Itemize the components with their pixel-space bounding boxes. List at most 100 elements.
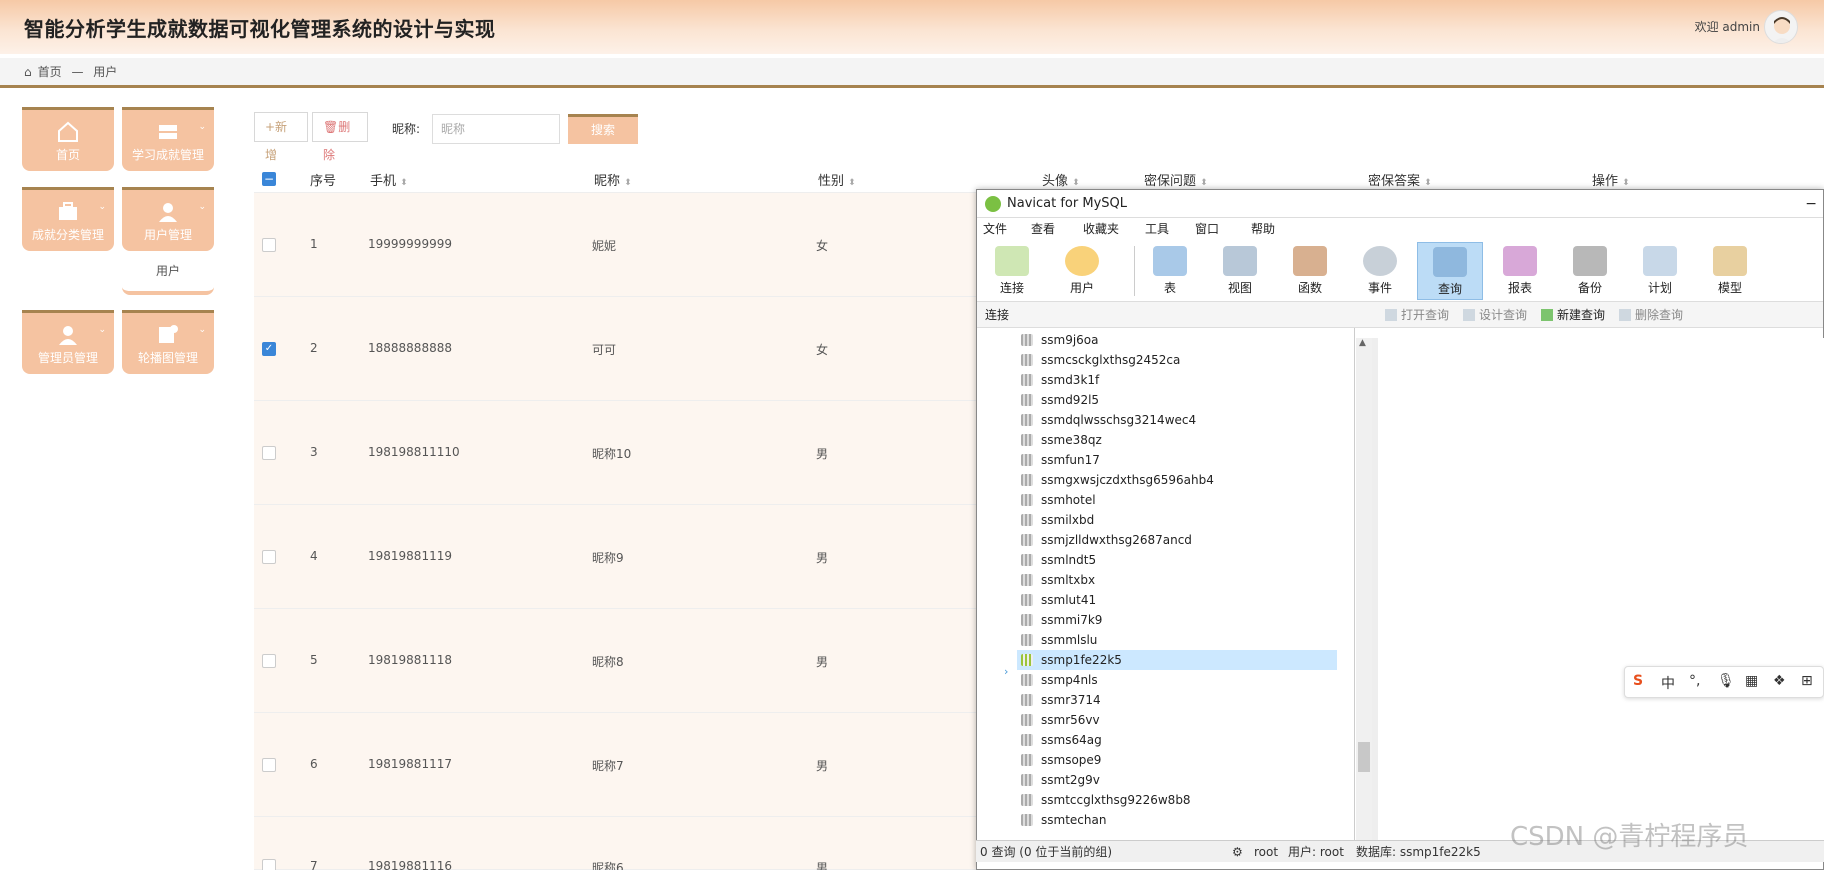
tree-item[interactable]: ssmd92l5 [1017,390,1337,410]
tree-item[interactable]: ssmltxbx [1017,570,1337,590]
microphone-icon[interactable]: 🎙 [1717,673,1735,689]
tree-item[interactable]: ssmilxbd [1017,510,1337,530]
submenu-item-label: 用户 [155,264,180,278]
sidebar-item-achievement[interactable]: ⌄ 学习成就管理 [122,107,214,171]
ime-toolbar[interactable]: S 中 °, 🎙 ▦ ❖ ⊞ [1624,666,1824,698]
tree-item[interactable]: ssmt2g9v [1017,770,1337,790]
cell-gender: 女 [816,239,829,253]
tree-item[interactable]: ssmr3714 [1017,690,1337,710]
search-button[interactable]: 搜索 [568,114,638,144]
cell-phone: 18888888888 [368,341,452,355]
tree-scrollbar[interactable]: ▲ [1356,338,1372,840]
row-checkbox[interactable] [262,654,276,668]
ticket-icon [159,125,177,139]
menu-help[interactable]: 帮助 [1251,218,1275,240]
tree-item[interactable]: ssms64ag [1017,730,1337,750]
sidebar-item-home[interactable]: 首页 [22,107,114,171]
menu-favorites[interactable]: 收藏夹 [1083,218,1119,240]
tree-item[interactable]: ssmgxwsjczdxthsg6596ahb4 [1017,470,1337,490]
tree-item[interactable]: ssmtechan [1017,810,1337,830]
skin-icon[interactable]: ❖ [1773,673,1786,689]
delete-button[interactable]: 🗑删除 [312,112,368,162]
home-icon[interactable]: ⌂ [24,65,32,79]
tree-item[interactable]: ssmlut41 [1017,590,1337,610]
query-pane[interactable] [1378,338,1824,840]
tool-model[interactable]: 模型 [1697,242,1763,300]
sogou-logo-icon[interactable]: S [1633,673,1643,689]
grid-icon[interactable]: ⊞ [1801,673,1813,689]
sidebar-item-carousel[interactable]: ⌄ 轮播图管理 [122,310,214,374]
minimize-icon[interactable]: − [1805,190,1817,218]
tree-item[interactable]: ssmtccglxthsg9226w8b8 [1017,790,1337,810]
delete-query-button[interactable]: 删除查询 [1619,302,1683,328]
add-button[interactable]: +新增 [254,112,308,162]
tree-item[interactable]: ssmp4nls [1017,670,1337,690]
tree-item[interactable]: ssmjzlldwxthsg2687ancd [1017,530,1337,550]
keyboard-icon[interactable]: ▦ [1745,673,1758,689]
tool-table[interactable]: 表 [1137,242,1203,300]
tree-item[interactable]: ssmsope9 [1017,750,1337,770]
tree-item[interactable]: ssme38qz [1017,430,1337,450]
column-header-nickname[interactable]: 昵称 ⬍ [594,170,632,189]
row-checkbox[interactable] [262,758,276,772]
punctuation-icon[interactable]: °, [1689,673,1700,689]
tool-event[interactable]: 事件 [1347,242,1413,300]
column-header-question[interactable]: 密保问题 ⬍ [1144,170,1208,189]
sidebar-item-users[interactable]: ⌄ 用户管理 [122,187,214,251]
tool-view[interactable]: 视图 [1207,242,1273,300]
tree-item[interactable]: ssmhotel [1017,490,1337,510]
sort-icon: ⬍ [400,178,408,188]
expand-arrow-icon[interactable]: › [1004,665,1008,678]
tool-schedule[interactable]: 计划 [1627,242,1693,300]
column-header-phone[interactable]: 手机 ⬍ [370,170,408,189]
tree-item[interactable]: ssmr56vv [1017,710,1337,730]
ime-language[interactable]: 中 [1661,673,1675,693]
select-all-checkbox[interactable] [262,172,276,186]
sidebar-item-admin[interactable]: ⌄ 管理员管理 [22,310,114,374]
column-header-gender[interactable]: 性别 ⬍ [818,170,856,189]
menu-view[interactable]: 查看 [1031,218,1055,240]
tree-item[interactable]: ssmd3k1f [1017,370,1337,390]
search-input[interactable]: 昵称 [432,114,560,144]
sidebar-item-category[interactable]: ⌄ 成就分类管理 [22,187,114,251]
tool-user[interactable]: 用户 [1049,242,1115,300]
row-checkbox[interactable] [262,238,276,252]
scroll-up-icon[interactable]: ▲ [1359,338,1366,348]
avatar[interactable] [1764,10,1798,44]
row-checkbox[interactable] [262,550,276,564]
tree-item[interactable]: ssmmi7k9 [1017,610,1337,630]
tool-report[interactable]: 报表 [1487,242,1553,300]
tool-function[interactable]: 函数 [1277,242,1343,300]
open-query-button[interactable]: 打开查询 [1385,302,1449,328]
table-icon [1153,246,1187,276]
row-checkbox[interactable] [262,446,276,460]
menu-window[interactable]: 窗口 [1195,218,1219,240]
column-header-actions[interactable]: 操作 ⬍ [1592,170,1630,189]
sort-icon: ⬍ [1072,178,1080,188]
menu-file[interactable]: 文件 [983,218,1007,240]
tool-connect[interactable]: 连接 [979,242,1045,300]
scrollbar-thumb[interactable] [1358,742,1370,772]
breadcrumb-home[interactable]: 首页 [38,65,62,79]
tree-item[interactable]: ssmlndt5 [1017,550,1337,570]
column-header-answer[interactable]: 密保答案 ⬍ [1368,170,1432,189]
menu-tools[interactable]: 工具 [1145,218,1169,240]
tree-item[interactable]: ssmmlslu [1017,630,1337,650]
tree-item-selected[interactable]: ssmp1fe22k5 [1017,650,1337,670]
row-checkbox[interactable] [262,342,276,356]
row-checkbox[interactable] [262,859,276,870]
column-header-avatar[interactable]: 头像 ⬍ [1042,170,1080,189]
tree-item[interactable]: ssm9j6oa [1017,330,1337,350]
tree-item[interactable]: ssmdqlwsschsg3214wec4 [1017,410,1337,430]
sort-icon: ⬍ [1200,178,1208,188]
tree-item[interactable]: ssmfun17 [1017,450,1337,470]
new-query-button[interactable]: 新建查询 [1541,302,1605,328]
design-query-button[interactable]: 设计查询 [1463,302,1527,328]
tool-query[interactable]: 查询 [1417,242,1483,300]
tree-item[interactable]: ssmcsckglxthsg2452ca [1017,350,1337,370]
navicat-titlebar[interactable]: Navicat for MySQL − [977,190,1823,218]
submenu-item-user[interactable]: 用户 [122,257,214,295]
tool-backup[interactable]: 备份 [1557,242,1623,300]
open-query-icon [1385,309,1397,321]
cell-nickname: 昵称10 [592,447,632,461]
